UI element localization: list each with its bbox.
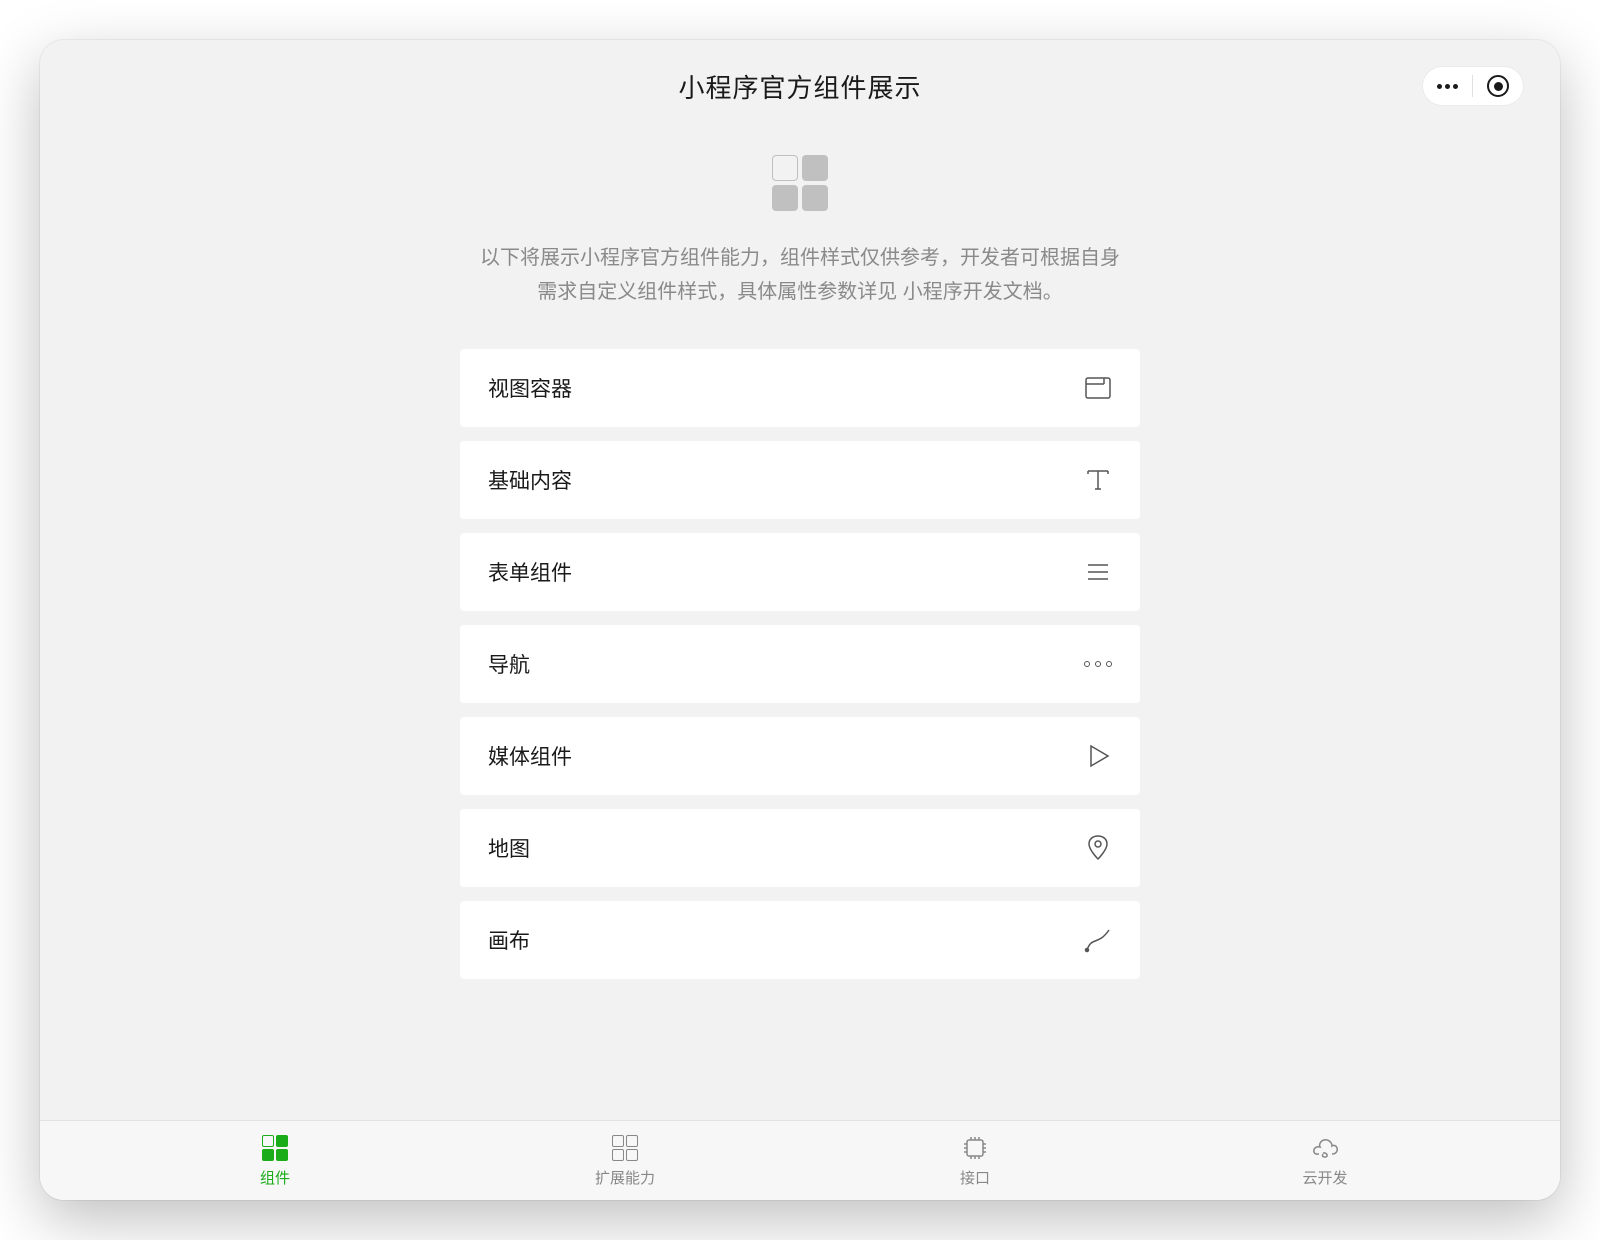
location-icon	[1084, 834, 1112, 862]
play-icon	[1084, 742, 1112, 770]
text-icon	[1084, 466, 1112, 494]
logo-icon	[40, 155, 1560, 211]
category-item-view-container[interactable]: 视图容器	[460, 349, 1140, 427]
category-item-map[interactable]: 地图	[460, 809, 1140, 887]
category-item-canvas[interactable]: 画布	[460, 901, 1140, 979]
category-item-navigation[interactable]: 导航	[460, 625, 1140, 703]
more-icon[interactable]	[1437, 84, 1458, 89]
category-label: 导航	[488, 649, 530, 679]
category-label: 画布	[488, 925, 530, 955]
intro-text-end: 。	[1043, 281, 1063, 303]
category-item-basic-content[interactable]: 基础内容	[460, 441, 1140, 519]
tab-extension[interactable]: 扩展能力	[585, 1133, 665, 1188]
component-icon	[262, 1133, 288, 1163]
api-icon	[961, 1133, 989, 1163]
extension-icon	[612, 1133, 638, 1163]
view-container-icon	[1084, 374, 1112, 402]
header: 小程序官方组件展示	[40, 40, 1560, 125]
scroll-content[interactable]: 以下将展示小程序官方组件能力，组件样式仅供参考，开发者可根据自身需求自定义组件样…	[40, 125, 1560, 1120]
canvas-icon	[1084, 926, 1112, 954]
nav-icon	[1084, 661, 1112, 667]
tab-bar: 组件 扩展能力 接口	[40, 1120, 1560, 1200]
category-item-media[interactable]: 媒体组件	[460, 717, 1140, 795]
close-target-icon[interactable]	[1487, 75, 1509, 97]
form-icon	[1084, 558, 1112, 586]
category-label: 视图容器	[488, 373, 572, 403]
category-label: 基础内容	[488, 465, 572, 495]
tab-api[interactable]: 接口	[935, 1133, 1015, 1188]
divider	[1472, 75, 1473, 97]
category-label: 媒体组件	[488, 741, 572, 771]
capsule-menu	[1422, 66, 1524, 106]
tab-cloud[interactable]: 云开发	[1285, 1133, 1365, 1188]
category-label: 地图	[488, 833, 530, 863]
intro-description: 以下将展示小程序官方组件能力，组件样式仅供参考，开发者可根据自身需求自定义组件样…	[460, 241, 1140, 309]
tab-label: 组件	[260, 1167, 290, 1188]
app-window: 小程序官方组件展示 以下将展示小程序官方组件能力，组件样式仅供参考，开发者可根据…	[40, 40, 1560, 1200]
category-item-form[interactable]: 表单组件	[460, 533, 1140, 611]
tab-label: 接口	[960, 1167, 990, 1188]
category-list: 视图容器 基础内容 表单组件	[460, 349, 1140, 999]
tab-components[interactable]: 组件	[235, 1133, 315, 1188]
category-label: 表单组件	[488, 557, 572, 587]
tab-label: 扩展能力	[595, 1167, 655, 1188]
tab-label: 云开发	[1302, 1167, 1347, 1188]
cloud-icon	[1310, 1133, 1340, 1163]
doc-link[interactable]: 小程序开发文档	[903, 281, 1043, 303]
page-title: 小程序官方组件展示	[678, 68, 921, 105]
